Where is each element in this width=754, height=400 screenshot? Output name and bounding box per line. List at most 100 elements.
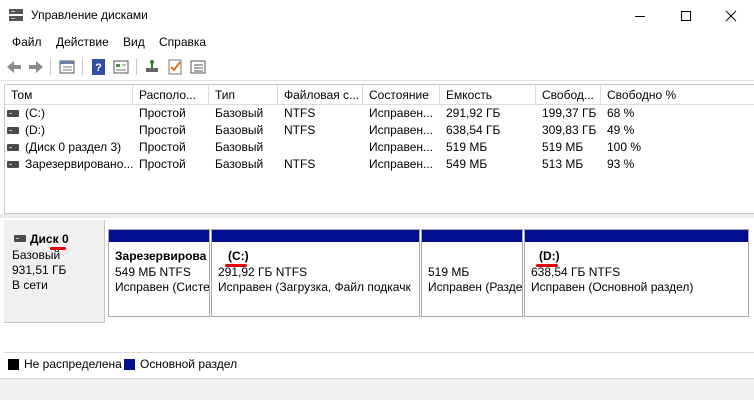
- capacity-cell: 638,54 ГБ: [446, 123, 501, 137]
- menu-bar: Файл Действие Вид Справка: [0, 31, 754, 53]
- type-cell: Базовый: [215, 123, 264, 137]
- partition-size: 638,54 ГБ NTFS: [531, 265, 621, 279]
- disk-label[interactable]: Диск 0 Базовый 931,51 ГБ В сети: [4, 220, 105, 323]
- layout-cell: Простой: [139, 106, 186, 120]
- partition-size: 291,92 ГБ NTFS: [218, 265, 308, 279]
- layout-cell: Простой: [139, 140, 186, 154]
- column-header-status[interactable]: Состояние: [363, 85, 440, 105]
- column-header-type[interactable]: Тип: [209, 85, 278, 105]
- free-space-cell: 513 МБ: [542, 157, 584, 171]
- close-button[interactable]: [708, 0, 754, 31]
- volume-icon: [7, 127, 19, 134]
- type-cell: Базовый: [215, 140, 264, 154]
- type-cell: Базовый: [215, 157, 264, 171]
- disk-size: 931,51 ГБ: [12, 263, 67, 277]
- capacity-cell: 549 МБ: [446, 157, 488, 171]
- back-arrow-icon[interactable]: [5, 58, 23, 76]
- free-percent-cell: 100 %: [607, 140, 642, 154]
- checklist-icon[interactable]: [166, 58, 184, 76]
- partition-status: Исправен (Загрузка, Файл подкачк: [218, 280, 411, 294]
- menu-file[interactable]: Файл: [12, 35, 42, 49]
- layout-cell: Простой: [139, 157, 186, 171]
- disk-name: Диск 0: [30, 232, 69, 246]
- connect-icon[interactable]: [143, 58, 161, 76]
- partition-color-bar: [212, 230, 419, 242]
- volume-icon: [7, 144, 19, 151]
- partition-size: 519 МБ: [428, 265, 470, 279]
- partition-color-bar: [109, 230, 209, 242]
- status-cell: Исправен...: [369, 106, 434, 120]
- close-icon: [725, 10, 737, 21]
- column-header-layout[interactable]: Располо...: [133, 85, 209, 105]
- capacity-cell: 519 МБ: [446, 140, 488, 154]
- primary-partition-swatch: [124, 359, 135, 370]
- table-row[interactable]: (Диск 0 раздел 3) Простой Базовый Исправ…: [5, 139, 754, 156]
- free-space-cell: 309,83 ГБ: [542, 123, 597, 137]
- column-header-free-space[interactable]: Свобод...: [536, 85, 601, 105]
- layout-cell: Простой: [139, 123, 186, 137]
- partition-status: Исправен (Разде: [428, 280, 523, 294]
- disk-status: В сети: [12, 278, 48, 292]
- table-row[interactable]: Зарезервировано... Простой Базовый NTFS …: [5, 156, 754, 173]
- free-percent-cell: 68 %: [607, 106, 635, 120]
- disk-management-app-icon: [9, 9, 23, 21]
- free-percent-cell: 93 %: [607, 157, 635, 171]
- disk-graph-view: Диск 0 Базовый 931,51 ГБ В сети Зарезерв…: [4, 220, 754, 350]
- partition-color-bar: [422, 230, 522, 242]
- partition-d[interactable]: (D:) 638,54 ГБ NTFS Исправен (Основной р…: [524, 229, 749, 317]
- volume-name: (Диск 0 раздел 3): [25, 140, 122, 154]
- partition-status: Исправен (Основной раздел): [531, 280, 694, 294]
- partition-3[interactable]: 519 МБ Исправен (Разде: [421, 229, 523, 317]
- status-cell: Исправен...: [369, 140, 434, 154]
- legend: Не распределена Основной раздел: [4, 352, 754, 377]
- list-view-icon[interactable]: [189, 58, 207, 76]
- status-bar: [0, 378, 754, 400]
- partition-name: (C:): [228, 249, 249, 263]
- free-percent-cell: 49 %: [607, 123, 635, 137]
- table-row[interactable]: (C:) Простой Базовый NTFS Исправен... 29…: [5, 105, 754, 122]
- menu-help[interactable]: Справка: [159, 35, 206, 49]
- toolbar-separator: [82, 59, 83, 75]
- filesystem-cell: NTFS: [284, 106, 316, 120]
- column-header-filesystem[interactable]: Файловая с...: [278, 85, 363, 105]
- column-header-volume[interactable]: Том: [5, 85, 133, 105]
- unallocated-swatch: [8, 359, 19, 370]
- svg-text:?: ?: [95, 62, 102, 74]
- filesystem-cell: NTFS: [284, 123, 316, 137]
- disk-type: Базовый: [12, 248, 61, 262]
- partition-name: Зарезервирова: [115, 249, 207, 263]
- menu-action[interactable]: Действие: [56, 35, 109, 49]
- toolbar-separator: [50, 59, 51, 75]
- disk-icon: [14, 235, 26, 242]
- minimize-button[interactable]: [617, 0, 663, 31]
- pane-splitter[interactable]: [0, 214, 754, 218]
- legend-primary-partition: Основной раздел: [140, 357, 238, 371]
- partition-c[interactable]: (C:) 291,92 ГБ NTFS Исправен (Загрузка, …: [211, 229, 420, 317]
- column-header-free-percent[interactable]: Свободно %: [601, 85, 754, 105]
- volume-icon: [7, 161, 19, 168]
- maximize-button[interactable]: [663, 0, 709, 31]
- window-title: Управление дисками: [31, 8, 148, 22]
- volume-icon: [7, 110, 19, 117]
- table-row[interactable]: (D:) Простой Базовый NTFS Исправен... 63…: [5, 122, 754, 139]
- partition-status: Исправен (Систе: [115, 280, 210, 294]
- partition-size: 549 МБ NTFS: [115, 265, 191, 279]
- maximize-icon: [681, 10, 691, 21]
- volume-name: (D:): [25, 123, 45, 137]
- console-tree-icon[interactable]: [58, 58, 76, 76]
- partition-color-bar: [525, 230, 748, 242]
- legend-unallocated: Не распределена: [24, 357, 122, 371]
- partition-name: (D:): [539, 249, 560, 263]
- properties-icon[interactable]: [112, 58, 130, 76]
- minimize-icon: [635, 15, 645, 17]
- column-header-capacity[interactable]: Емкость: [440, 85, 536, 105]
- help-icon[interactable]: ?: [90, 58, 108, 76]
- toolbar: ?: [0, 54, 754, 81]
- partition-reserved[interactable]: Зарезервирова 549 МБ NTFS Исправен (Сист…: [108, 229, 210, 317]
- menu-view[interactable]: Вид: [123, 35, 145, 49]
- capacity-cell: 291,92 ГБ: [446, 106, 501, 120]
- forward-arrow-icon[interactable]: [27, 58, 45, 76]
- free-space-cell: 519 МБ: [542, 140, 584, 154]
- status-cell: Исправен...: [369, 157, 434, 171]
- free-space-cell: 199,37 ГБ: [542, 106, 597, 120]
